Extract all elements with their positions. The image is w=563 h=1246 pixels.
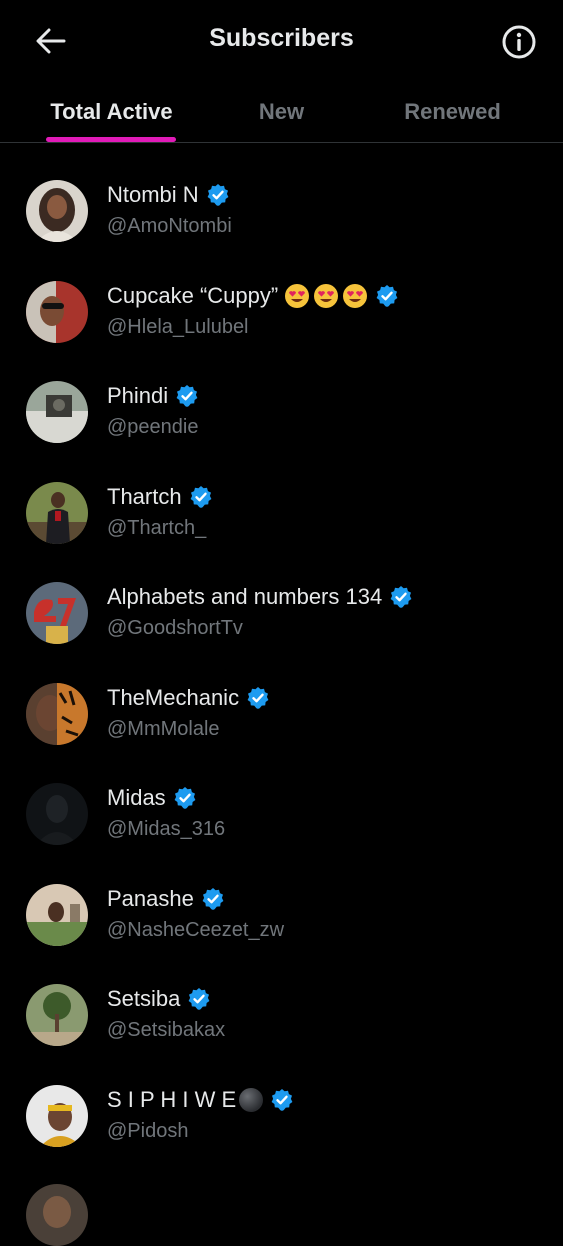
- subscriber-name: Midas: [107, 785, 166, 810]
- list-item[interactable]: Ntombi N @AmoNtombi: [0, 143, 563, 244]
- avatar[interactable]: [26, 1084, 88, 1147]
- list-item[interactable]: TheMechanic @MmMolale: [0, 646, 563, 747]
- subscriber-name: Ntombi N: [107, 182, 199, 207]
- black-circle-emoji-icon: [239, 1087, 264, 1112]
- heart-eyes-emoji-icon: [314, 283, 339, 308]
- subscriber-name: Alphabets and numbers 134: [107, 584, 383, 609]
- avatar[interactable]: [26, 481, 88, 544]
- list-item[interactable]: Alphabets and numbers 134 @GoodshortTv: [0, 545, 563, 646]
- list-item[interactable]: Panashe @NasheCeezet_zw: [0, 847, 563, 948]
- verified-badge-icon: [390, 586, 412, 608]
- subscriber-name: S I P H I W E: [107, 1086, 237, 1112]
- avatar[interactable]: [26, 1184, 88, 1246]
- subscriber-handle: @MmMolale: [107, 717, 220, 740]
- subscriber-name: Cupcake “Cuppy”: [107, 282, 279, 308]
- subscriber-handle: @GoodshortTv: [107, 617, 243, 639]
- verified-badge-icon: [174, 787, 196, 809]
- subscriber-name: TheMechanic: [107, 684, 240, 710]
- list-item[interactable]: Phindi @peendie: [0, 344, 563, 445]
- subscriber-handle: @Hlela_Lulubel: [107, 315, 249, 338]
- info-button[interactable]: [500, 23, 538, 61]
- subscriber-handle: @peendie: [107, 416, 199, 438]
- tab-bar: Total Active New Renewed: [0, 82, 563, 143]
- avatar[interactable]: [26, 783, 88, 845]
- list-item[interactable]: Midas @Midas_316: [0, 746, 563, 847]
- subscriber-handle: @Midas_316: [107, 818, 226, 840]
- subscriber-handle: @NasheCeezet_zw: [107, 918, 285, 941]
- subscriber-handle: @Setsibakax: [107, 1019, 226, 1041]
- verified-badge-icon: [190, 485, 211, 508]
- list-item[interactable]: Setsiba @Setsibakax: [0, 947, 563, 1048]
- subscriber-handle: @Pidosh: [107, 1119, 189, 1142]
- subscriber-handle: @Thartch_: [107, 516, 207, 539]
- subscriber-list: Ntombi N @AmoNtombi Cupcake “Cuppy” @Hle…: [0, 143, 563, 1246]
- verified-badge-icon: [207, 184, 229, 206]
- subscriber-name: Panashe: [107, 885, 194, 911]
- verified-badge-icon: [188, 988, 210, 1010]
- avatar[interactable]: [26, 682, 88, 745]
- avatar[interactable]: [26, 280, 88, 343]
- page-title: Subscribers: [209, 24, 354, 52]
- emoji-group: [284, 283, 368, 309]
- avatar[interactable]: [26, 180, 88, 242]
- verified-badge-icon: [176, 385, 198, 407]
- avatar[interactable]: [26, 381, 88, 443]
- verified-badge-icon: [202, 887, 224, 910]
- heart-eyes-emoji-icon: [343, 283, 368, 308]
- verified-badge-icon: [271, 1088, 293, 1111]
- list-item[interactable]: Thartch @Thartch_: [0, 445, 563, 546]
- list-item[interactable]: S I P H I W E @Pidosh: [0, 1048, 563, 1149]
- subscriber-handle: @AmoNtombi: [107, 215, 232, 237]
- active-tab-indicator: [46, 137, 176, 142]
- tab-total-active[interactable]: Total Active: [20, 82, 203, 142]
- avatar[interactable]: [26, 984, 88, 1046]
- subscriber-name: Setsiba: [107, 986, 181, 1011]
- list-item[interactable]: Cupcake “Cuppy” @Hlela_Lulubel: [0, 244, 563, 345]
- verified-badge-icon: [376, 284, 398, 307]
- info-circle-icon: [502, 25, 536, 59]
- tab-new[interactable]: New: [200, 82, 363, 142]
- list-item-partial[interactable]: [0, 1148, 563, 1246]
- avatar[interactable]: [26, 582, 88, 644]
- top-bar: Subscribers: [0, 0, 563, 82]
- tab-renewed[interactable]: Renewed: [370, 82, 535, 142]
- subscriber-name: Phindi: [107, 383, 169, 408]
- avatar[interactable]: [26, 883, 88, 946]
- verified-badge-icon: [247, 686, 269, 709]
- heart-eyes-emoji-icon: [285, 283, 310, 308]
- subscriber-name: Thartch: [107, 483, 182, 509]
